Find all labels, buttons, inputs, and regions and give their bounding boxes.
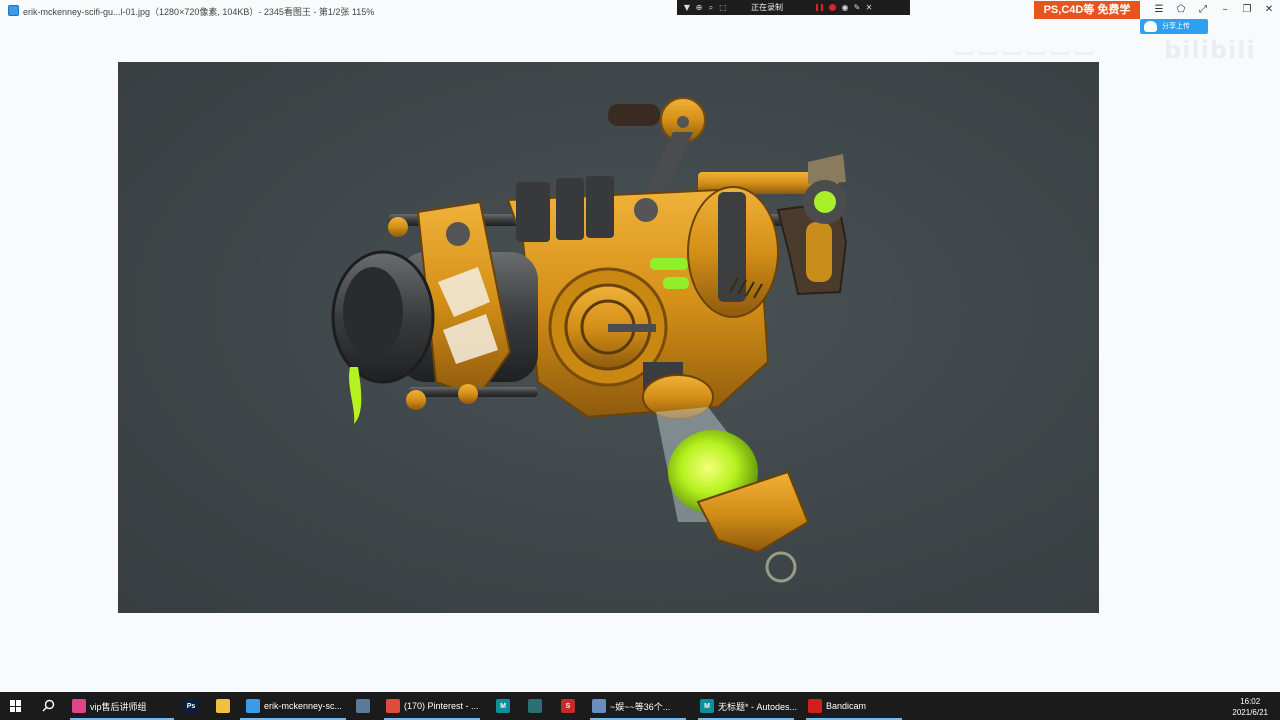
- window-select-icon[interactable]: ⊕: [693, 0, 705, 15]
- close-icon[interactable]: ✕: [1258, 2, 1280, 18]
- maya-icon: M: [700, 699, 714, 713]
- share-upload-label: 分享上传: [1162, 23, 1190, 30]
- fullscreen-icon[interactable]: ⤢: [1192, 2, 1214, 18]
- bilibili-watermark: bilibili: [1164, 36, 1256, 64]
- displayed-image[interactable]: [118, 62, 1099, 613]
- clock-time: 16:02: [1240, 697, 1261, 706]
- camera-icon[interactable]: ◉: [839, 0, 851, 15]
- cloud-icon: [1144, 21, 1157, 32]
- substance-icon: S: [561, 699, 575, 713]
- record-icon: [808, 699, 822, 713]
- windows-start-icon[interactable]: [10, 700, 22, 712]
- taskbar-item[interactable]: Bandicam: [802, 692, 906, 720]
- taskbar-item-label: erik-mckenney-sc...: [264, 701, 343, 711]
- menu-icon[interactable]: ☰: [1148, 2, 1170, 18]
- promo-banner[interactable]: PS,C4D等 免费学: [1034, 1, 1140, 19]
- taskbar-item-label: Bandicam: [826, 701, 867, 711]
- share-upload-button[interactable]: 分享上传: [1140, 19, 1208, 34]
- arnold-icon: [528, 699, 542, 713]
- taskbar-item[interactable]: ~娱~~等36个...: [586, 692, 690, 720]
- search-icon[interactable]: [42, 699, 55, 712]
- taskbar-item[interactable]: (170) Pinterest - ...: [380, 692, 484, 720]
- dropdown-icon[interactable]: ▼: [681, 0, 693, 15]
- pause-icon[interactable]: [816, 4, 823, 11]
- region-icon[interactable]: ⬚: [717, 0, 729, 15]
- chrome-icon: [386, 699, 400, 713]
- taskbar-item[interactable]: [210, 692, 234, 720]
- taskbar-item[interactable]: Ps: [178, 692, 202, 720]
- image-viewer-icon: [246, 699, 260, 713]
- taskbar-item[interactable]: M 无标题* - Autodes...: [694, 692, 798, 720]
- taskbar-item-label: vip售后讲师组: [90, 701, 147, 712]
- maya-icon: M: [496, 699, 510, 713]
- taskbar-item[interactable]: vip售后讲师组: [66, 692, 178, 720]
- taskbar: vip售后讲师组 Ps erik-mckenney-sc... (170) Pinte…: [0, 692, 1280, 720]
- restore-icon[interactable]: ❐: [1236, 2, 1258, 18]
- taskbar-item[interactable]: [350, 692, 374, 720]
- scifi-gun-render: [331, 97, 848, 583]
- faint-overlay: [955, 40, 1155, 56]
- taskbar-item[interactable]: M: [490, 692, 514, 720]
- taskbar-item[interactable]: [522, 692, 546, 720]
- taskbar-item[interactable]: erik-mckenney-sc...: [240, 692, 346, 720]
- zoom-icon[interactable]: ⌕: [705, 0, 717, 15]
- window-icon: [356, 699, 370, 713]
- minimize-icon[interactable]: –: [1214, 2, 1236, 18]
- close-recorder-icon[interactable]: ✕: [863, 0, 875, 15]
- folder-icon: [216, 699, 230, 713]
- taskbar-item-label: 无标题* - Autodes...: [718, 701, 798, 712]
- skin-icon[interactable]: ⬠: [1170, 2, 1192, 18]
- chat-icon: [72, 699, 86, 713]
- recording-status: 正在录制: [751, 3, 783, 12]
- pen-icon[interactable]: ✎: [851, 0, 863, 15]
- stop-record-icon[interactable]: [829, 4, 836, 11]
- system-clock[interactable]: 16:02 2021/6/21: [1232, 696, 1268, 718]
- taskbar-item-label: (170) Pinterest - ...: [404, 701, 479, 711]
- taskbar-item-label: ~娱~~等36个...: [610, 701, 671, 712]
- globe-icon: [592, 699, 606, 713]
- taskbar-item[interactable]: S: [555, 692, 579, 720]
- window-controls: ☰ ⬠ ⤢ – ❐ ✕: [1148, 2, 1280, 18]
- clock-date: 2021/6/21: [1232, 708, 1268, 717]
- image-viewer-icon: [8, 5, 19, 16]
- window-title: erik-mckenney-scifi-gu...l-01.jpg（1280×7…: [23, 7, 375, 17]
- recording-toolbar: ▼ ⊕ ⌕ ⬚ 正在录制 ◉ ✎ ✕: [677, 0, 910, 15]
- photoshop-icon: Ps: [184, 699, 198, 713]
